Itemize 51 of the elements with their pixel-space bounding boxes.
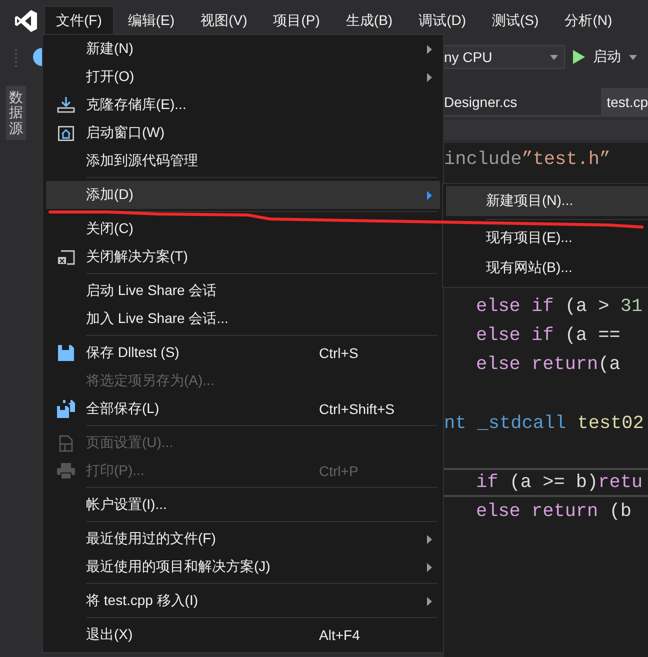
caret-icon — [629, 54, 637, 60]
menu-item[interactable]: 加入 Live Share 会话... — [46, 305, 440, 333]
menu-item[interactable]: 全部保存(L) Ctrl+Shift+S — [46, 395, 440, 423]
code-line: else if (a > 31 — [476, 296, 643, 317]
play-icon — [573, 50, 585, 64]
menu-item[interactable]: 启动 Live Share 会话 — [46, 277, 440, 305]
start-button[interactable]: 启动 — [573, 45, 637, 69]
menu-item[interactable]: 新建项目(N)... — [446, 186, 648, 216]
menu-bar-item[interactable]: 分析(N) — [552, 6, 624, 36]
menu-item[interactable]: 添加(D) — [46, 181, 440, 209]
code-line: nt _stdcall test02 — [444, 413, 644, 434]
save-all-icon — [57, 400, 75, 418]
menu-bar-item[interactable]: 生成(B) — [334, 6, 405, 36]
menu-item[interactable]: 克隆存储库(E)... — [46, 91, 440, 119]
menu-item[interactable]: 最近使用过的文件(F) — [46, 525, 440, 553]
menu-item[interactable]: 退出(X) Alt+F4 — [46, 621, 440, 649]
code-line: if (a >= b)retu — [476, 472, 643, 493]
menu-item[interactable]: 启动窗口(W) — [46, 119, 440, 147]
save-icon — [58, 345, 74, 361]
code-line: else if (a == — [476, 324, 620, 346]
menu-item[interactable]: 最近使用的项目和解决方案(J) — [46, 553, 440, 581]
menu-bar-item[interactable]: 项目(P) — [261, 6, 332, 36]
close-window-icon — [57, 250, 75, 264]
file-tab[interactable]: test.cp — [600, 88, 648, 115]
menu-bar-item[interactable]: 视图(V) — [188, 6, 260, 36]
code-line: else return(a — [476, 354, 620, 376]
menu-bar-item[interactable]: 编辑(E) — [116, 6, 187, 36]
download-icon — [57, 97, 75, 113]
menu-item[interactable]: 保存 Dlltest (S) Ctrl+S — [46, 339, 440, 367]
printer-icon — [57, 463, 75, 479]
menu-item[interactable]: 新建(N) — [46, 35, 440, 63]
menu-item[interactable]: 帐户设置(I)... — [46, 491, 440, 519]
menu-item[interactable]: 现有项目(E)... — [446, 223, 648, 253]
page-icon — [59, 434, 73, 452]
menu-bar-item[interactable]: 测试(S) — [480, 6, 551, 36]
menu-item[interactable]: 现有网站(B)... — [446, 253, 648, 283]
menu-item[interactable]: 关闭(C) — [46, 215, 440, 243]
menu-item[interactable]: 打开(O) — [46, 63, 440, 91]
menu-bar-item[interactable]: 调试(D) — [406, 6, 478, 36]
menu-item[interactable]: 将 test.cpp 移入(I) — [46, 587, 440, 615]
menu-item[interactable]: 添加到源代码管理 — [46, 147, 440, 175]
menu-bar-item[interactable]: 文件(F) — [44, 6, 114, 36]
platform-dropdown[interactable]: ny CPU — [444, 45, 565, 69]
home-window-icon — [58, 126, 74, 140]
logo-icon — [14, 9, 38, 33]
side-tab[interactable]: 数据源 — [6, 86, 26, 140]
caret-icon — [550, 54, 558, 60]
code-line: include”test.h” — [444, 149, 611, 170]
code-line: else return (b — [476, 501, 632, 522]
menu-item[interactable]: 关闭解决方案(T) — [46, 243, 440, 271]
file-tab[interactable]: Designer.cs — [444, 88, 518, 115]
